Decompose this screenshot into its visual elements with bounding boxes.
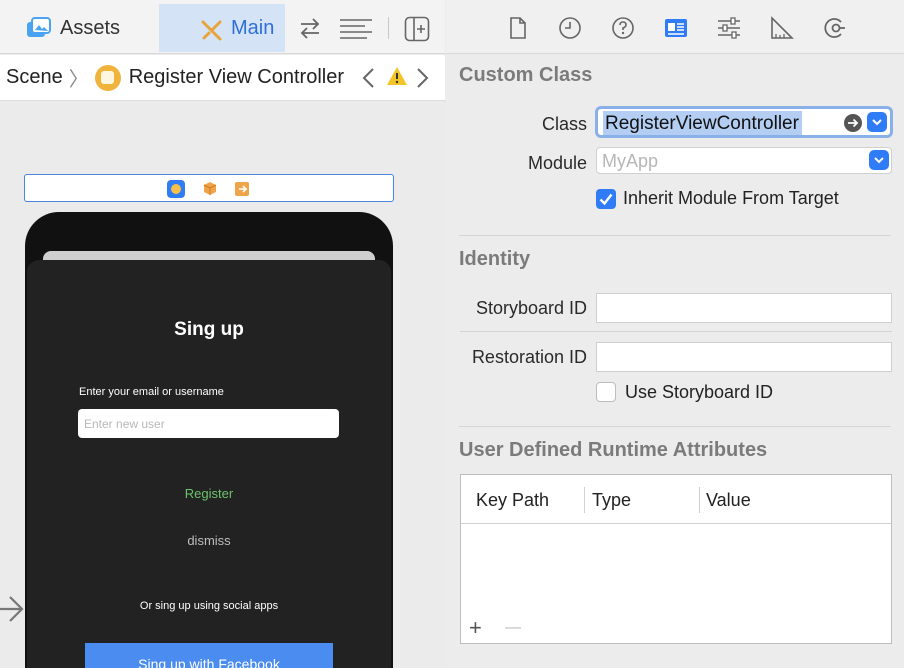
breadcrumb-scene[interactable]: Scene	[6, 66, 63, 89]
use-storyboard-id-checkbox[interactable]	[596, 382, 616, 402]
screen-title: Sing up	[174, 319, 244, 340]
remove-attribute-button[interactable]: —	[505, 618, 521, 638]
class-value[interactable]: RegisterViewController	[603, 111, 802, 135]
class-label: Class	[541, 114, 587, 134]
identity-inspector: Custom Class Class RegisterViewControlle…	[446, 0, 904, 668]
view-controller-icon	[94, 64, 121, 91]
lines-icon[interactable]	[339, 16, 373, 40]
restoration-id-field[interactable]	[596, 342, 892, 372]
inspector-tab-bar	[446, 0, 904, 54]
swap-arrows-icon[interactable]	[298, 16, 322, 40]
class-dropdown-button[interactable]	[867, 112, 887, 132]
go-to-class-icon[interactable]	[844, 114, 862, 132]
toolbar-divider	[388, 17, 389, 39]
storyboard-editor: Assets Main Scene 〉 Register View Contro…	[0, 0, 445, 668]
editor-tab-bar: Assets Main	[0, 0, 445, 54]
add-editor-icon[interactable]	[404, 16, 430, 42]
tab-assets-label: Assets	[60, 16, 121, 39]
tab-main-label: Main	[231, 16, 275, 39]
custom-class-heading: Custom Class	[459, 64, 593, 86]
use-storyboard-id-label: Use Storyboard ID	[625, 382, 774, 402]
storyboard-id-label: Storyboard ID	[475, 298, 587, 318]
identity-icon[interactable]	[664, 16, 688, 40]
chevron-right-nav-icon[interactable]	[414, 67, 430, 89]
connections-icon[interactable]	[823, 16, 847, 40]
restoration-id-label: Restoration ID	[471, 347, 587, 367]
column-divider	[584, 487, 585, 513]
storyboard-icon	[201, 20, 222, 41]
email-field[interactable]: Enter new user	[78, 409, 339, 438]
entry-point-arrow-icon[interactable]	[0, 594, 26, 624]
chevron-left-icon[interactable]	[361, 67, 377, 89]
column-type[interactable]: Type	[592, 490, 631, 511]
module-field[interactable]: MyApp	[596, 147, 892, 174]
view-controller-icon[interactable]	[167, 180, 185, 198]
runtime-attributes-table[interactable]: Key Path Type Value + —	[460, 474, 892, 644]
row-divider	[460, 331, 892, 332]
history-icon[interactable]	[558, 16, 582, 40]
facebook-button[interactable]: Sing up with Facebook	[85, 643, 333, 668]
exit-icon[interactable]	[233, 180, 251, 198]
checkmark-icon	[599, 193, 613, 206]
chevron-right-icon: 〉	[68, 69, 89, 91]
first-responder-icon[interactable]	[201, 180, 219, 198]
email-label: Enter your email or username	[79, 386, 224, 398]
size-icon[interactable]	[770, 16, 794, 40]
column-key-path[interactable]: Key Path	[476, 490, 549, 511]
file-icon[interactable]	[506, 16, 530, 40]
storyboard-id-field[interactable]	[596, 293, 892, 323]
scene-dock[interactable]	[24, 174, 394, 202]
warning-icon[interactable]	[386, 66, 408, 86]
help-icon[interactable]	[611, 16, 635, 40]
attributes-icon[interactable]	[717, 16, 741, 40]
column-divider	[699, 487, 700, 513]
section-divider	[459, 235, 891, 236]
inherit-module-checkbox[interactable]	[596, 189, 616, 209]
tab-assets[interactable]: Assets	[0, 4, 158, 52]
photo-stack-icon	[27, 17, 51, 37]
runtime-attributes-heading: User Defined Runtime Attributes	[459, 439, 768, 461]
tab-main[interactable]: Main	[159, 4, 285, 52]
add-attribute-button[interactable]: +	[469, 617, 482, 639]
register-button[interactable]: Register	[27, 486, 391, 501]
section-divider	[459, 426, 891, 427]
dismiss-button[interactable]: dismiss	[27, 533, 391, 548]
module-label: Module	[527, 153, 587, 173]
module-dropdown-button[interactable]	[869, 150, 889, 170]
breadcrumb: Scene 〉 Register View Controller	[0, 55, 445, 101]
inherit-module-label: Inherit Module From Target	[623, 188, 839, 208]
column-value[interactable]: Value	[706, 490, 751, 511]
social-label: Or sing up using social apps	[139, 600, 279, 612]
identity-heading: Identity	[459, 248, 531, 270]
table-header: Key Path Type Value	[461, 475, 891, 524]
class-field[interactable]: RegisterViewController	[595, 106, 893, 138]
breadcrumb-controller[interactable]: Register View Controller	[129, 66, 344, 89]
